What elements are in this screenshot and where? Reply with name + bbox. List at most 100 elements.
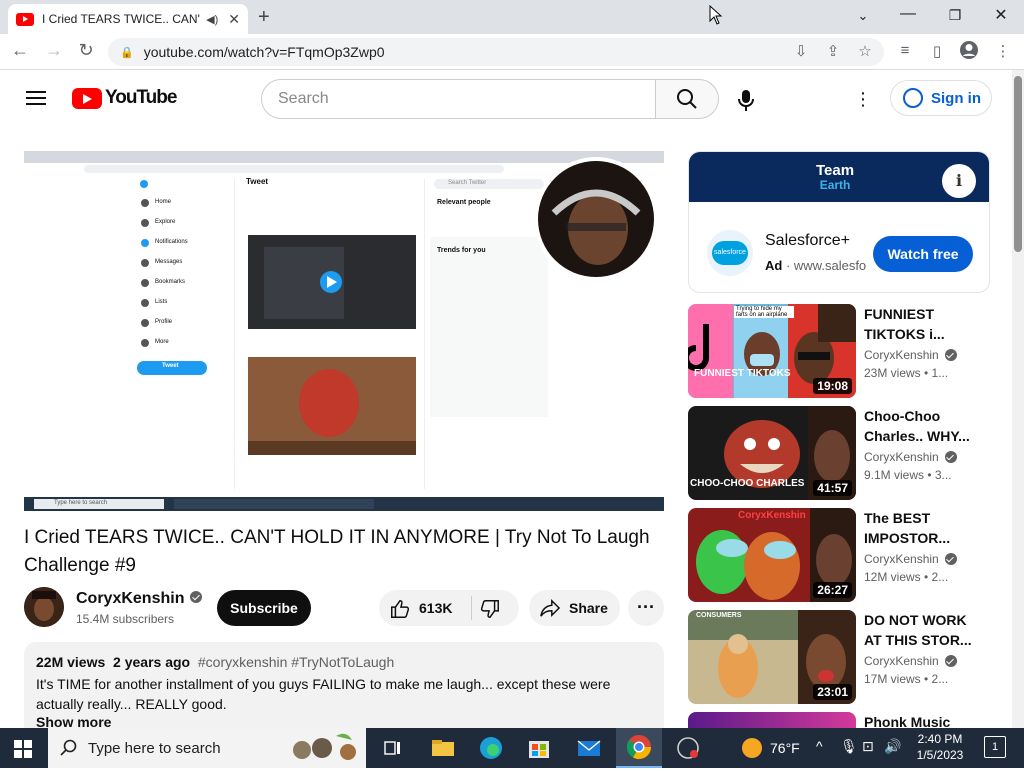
back-button[interactable]: ← <box>8 40 32 61</box>
ad-info-icon[interactable]: i <box>942 164 976 198</box>
recommendation-title[interactable]: FUNNIEST TIKTOKS i... <box>864 304 974 344</box>
tab-close-icon[interactable]: ✕ <box>228 11 240 28</box>
weather-sun-icon[interactable] <box>742 738 762 758</box>
player-trends-title: Trends for you <box>437 247 486 254</box>
tab-audio-icon[interactable]: ◀) <box>206 13 218 26</box>
thumbs-down-icon <box>480 600 499 618</box>
close-window-button[interactable]: ✕ <box>986 5 1016 25</box>
ad-badge: Ad <box>765 258 783 273</box>
show-hidden-icons-chevron-up-icon[interactable]: ^ <box>816 738 823 754</box>
sidebar-ad[interactable]: Team Earth i salesforce Salesforce+ Ad · … <box>688 151 990 293</box>
new-tab-button[interactable]: + <box>258 6 270 29</box>
chrome-menu-icon[interactable]: ⋮ <box>992 42 1014 60</box>
share-page-icon[interactable]: ⇪ <box>822 42 844 60</box>
channel-name[interactable]: CoryxKenshin <box>76 590 203 608</box>
mouse-cursor-icon <box>709 4 723 30</box>
clock[interactable]: 2:40 PM 1/5/2023 <box>910 731 970 763</box>
watch-free-button[interactable]: Watch free <box>873 236 973 272</box>
recommendation-meta: 17M views • 2... <box>864 672 949 686</box>
mail-icon[interactable] <box>574 734 604 762</box>
voice-search-mic-icon[interactable] <box>733 87 759 113</box>
ad-banner-line2: Earth <box>819 178 851 192</box>
recommendation-thumbnail[interactable]: CoryxKenshin 26:27 <box>688 508 856 602</box>
side-panel-icon[interactable]: ▯ <box>926 42 948 60</box>
youtube-logo[interactable]: YouTube <box>72 87 177 109</box>
chrome-taskbar-icon[interactable] <box>616 728 662 768</box>
recommendation-item[interactable]: FUNNIEST TIKTOKS Trying to hide my farts… <box>688 304 1004 398</box>
recommendation-title[interactable]: Choo-Choo Charles.. WHY... <box>864 406 974 446</box>
player-taskbar-search: Type here to search <box>54 500 108 506</box>
recommendation-channel: CoryxKenshin <box>864 348 957 362</box>
settings-more-icon[interactable]: ⋮ <box>854 87 872 111</box>
player-tweet-button: Tweet <box>162 363 179 369</box>
taskbar-search-placeholder: Type here to search <box>88 739 221 757</box>
forward-button[interactable]: → <box>42 40 66 61</box>
subscribe-button[interactable]: Subscribe <box>217 590 311 626</box>
recommendation-title[interactable]: Phonk Music <box>864 712 974 728</box>
media-controls-icon[interactable]: ≡ <box>894 42 916 59</box>
video-title: I Cried TEARS TWICE.. CAN'T HOLD IT IN A… <box>24 527 650 576</box>
sign-in-button[interactable]: Sign in <box>890 80 992 116</box>
recommendation-channel: CoryxKenshin <box>864 450 957 464</box>
recommendation-title[interactable]: DO NOT WORK AT THIS STOR... <box>864 610 974 650</box>
recommendation-thumbnail[interactable]: CONSUMERS 23:01 <box>688 610 856 704</box>
volume-icon[interactable]: 🔊 <box>884 738 901 755</box>
recommendation-title[interactable]: The BEST IMPOSTOR... <box>864 508 974 548</box>
recommendation-item[interactable]: Phonk Music <box>688 712 1004 728</box>
dislike-button[interactable] <box>479 598 509 620</box>
youtube-wordmark: YouTube <box>105 87 177 108</box>
scrollbar-thumb[interactable] <box>1014 76 1022 252</box>
search-input[interactable]: Search <box>261 79 656 119</box>
subscriber-count: 15.4M subscribers <box>76 612 175 626</box>
weather-temperature[interactable]: 76°F <box>770 740 800 756</box>
browser-tab-active[interactable]: I Cried TEARS TWICE.. CAN'T ◀) ✕ <box>8 4 248 34</box>
taskbar-search-icon <box>60 739 77 756</box>
recommendation-item[interactable]: CoryxKenshin 26:27 The BEST IMPOSTOR... … <box>688 508 1004 602</box>
browser-toolbar: ← → ↻ 🔒 youtube.com/watch?v=FTqmOp3Zwp0 … <box>0 34 1024 70</box>
like-divider <box>471 596 472 620</box>
recommendation-channel: CoryxKenshin <box>864 654 957 668</box>
channel-avatar[interactable] <box>24 587 64 627</box>
recommendation-thumbnail[interactable]: CHOO-CHOO CHARLES 41:57 <box>688 406 856 500</box>
profile-icon[interactable] <box>958 40 980 64</box>
edge-browser-icon[interactable] <box>476 734 506 762</box>
team-earth-logo: Team Earth <box>816 163 854 192</box>
recommendation-thumbnail[interactable]: FUNNIEST TIKTOKS Trying to hide my farts… <box>688 304 856 398</box>
search-button[interactable] <box>655 79 719 119</box>
hashtags[interactable]: #coryxkenshin #TryNotToLaugh <box>198 654 394 670</box>
browser-tab-strip: I Cried TEARS TWICE.. CAN'T ◀) ✕ + ⌄ — ❐… <box>0 0 1024 34</box>
tab-search-chevron-down-icon[interactable]: ⌄ <box>848 8 878 24</box>
windows-start-icon[interactable] <box>14 740 32 758</box>
like-dislike-group: 613K <box>379 590 519 626</box>
video-player[interactable]: Tweet Home Explore Notifications Message… <box>24 151 664 511</box>
restore-button[interactable]: ❐ <box>940 7 970 24</box>
network-icon[interactable]: ⊡ <box>862 738 874 755</box>
notification-center-icon[interactable]: 1 <box>984 736 1006 758</box>
install-app-icon[interactable]: ⇩ <box>790 42 812 60</box>
more-actions-button[interactable]: ··· <box>628 590 664 626</box>
recommendation-item[interactable]: CHOO-CHOO CHARLES 41:57 Choo-Choo Charle… <box>688 406 1004 500</box>
address-bar[interactable]: 🔒 youtube.com/watch?v=FTqmOp3Zwp0 <box>108 38 884 66</box>
verified-badge-icon <box>944 451 957 463</box>
file-explorer-icon[interactable] <box>428 734 458 762</box>
salesforce-logo: salesforce <box>707 230 753 276</box>
app-icon-red-dot[interactable] <box>674 734 704 762</box>
recommendation-channel-name: CoryxKenshin <box>864 348 939 362</box>
recommendation-thumbnail[interactable] <box>688 712 856 728</box>
windows-taskbar: Type here to search 76°F ^ 🎙 ⊡ 🔊 2:40 PM… <box>0 728 1024 768</box>
share-button[interactable]: Share <box>529 590 620 626</box>
hamburger-menu-icon[interactable] <box>26 91 46 105</box>
recommendation-channel-name: CoryxKenshin <box>864 552 939 566</box>
taskbar-search-box[interactable]: Type here to search <box>48 728 366 768</box>
reload-button[interactable]: ↻ <box>74 40 98 61</box>
microsoft-store-icon[interactable] <box>524 734 554 762</box>
recommendation-item[interactable]: CONSUMERS 23:01 DO NOT WORK AT THIS STOR… <box>688 610 1004 704</box>
verified-badge-icon <box>944 655 957 667</box>
thumbs-up-icon <box>391 600 410 618</box>
bookmark-star-icon[interactable]: ☆ <box>854 42 876 60</box>
task-view-icon[interactable] <box>378 734 408 762</box>
minimize-button[interactable]: — <box>893 5 923 23</box>
microphone-tray-icon[interactable]: 🎙 <box>840 738 858 755</box>
description-box[interactable]: 22M views 2 years ago #coryxkenshin #Try… <box>24 642 664 742</box>
page-scrollbar[interactable] <box>1012 70 1024 728</box>
